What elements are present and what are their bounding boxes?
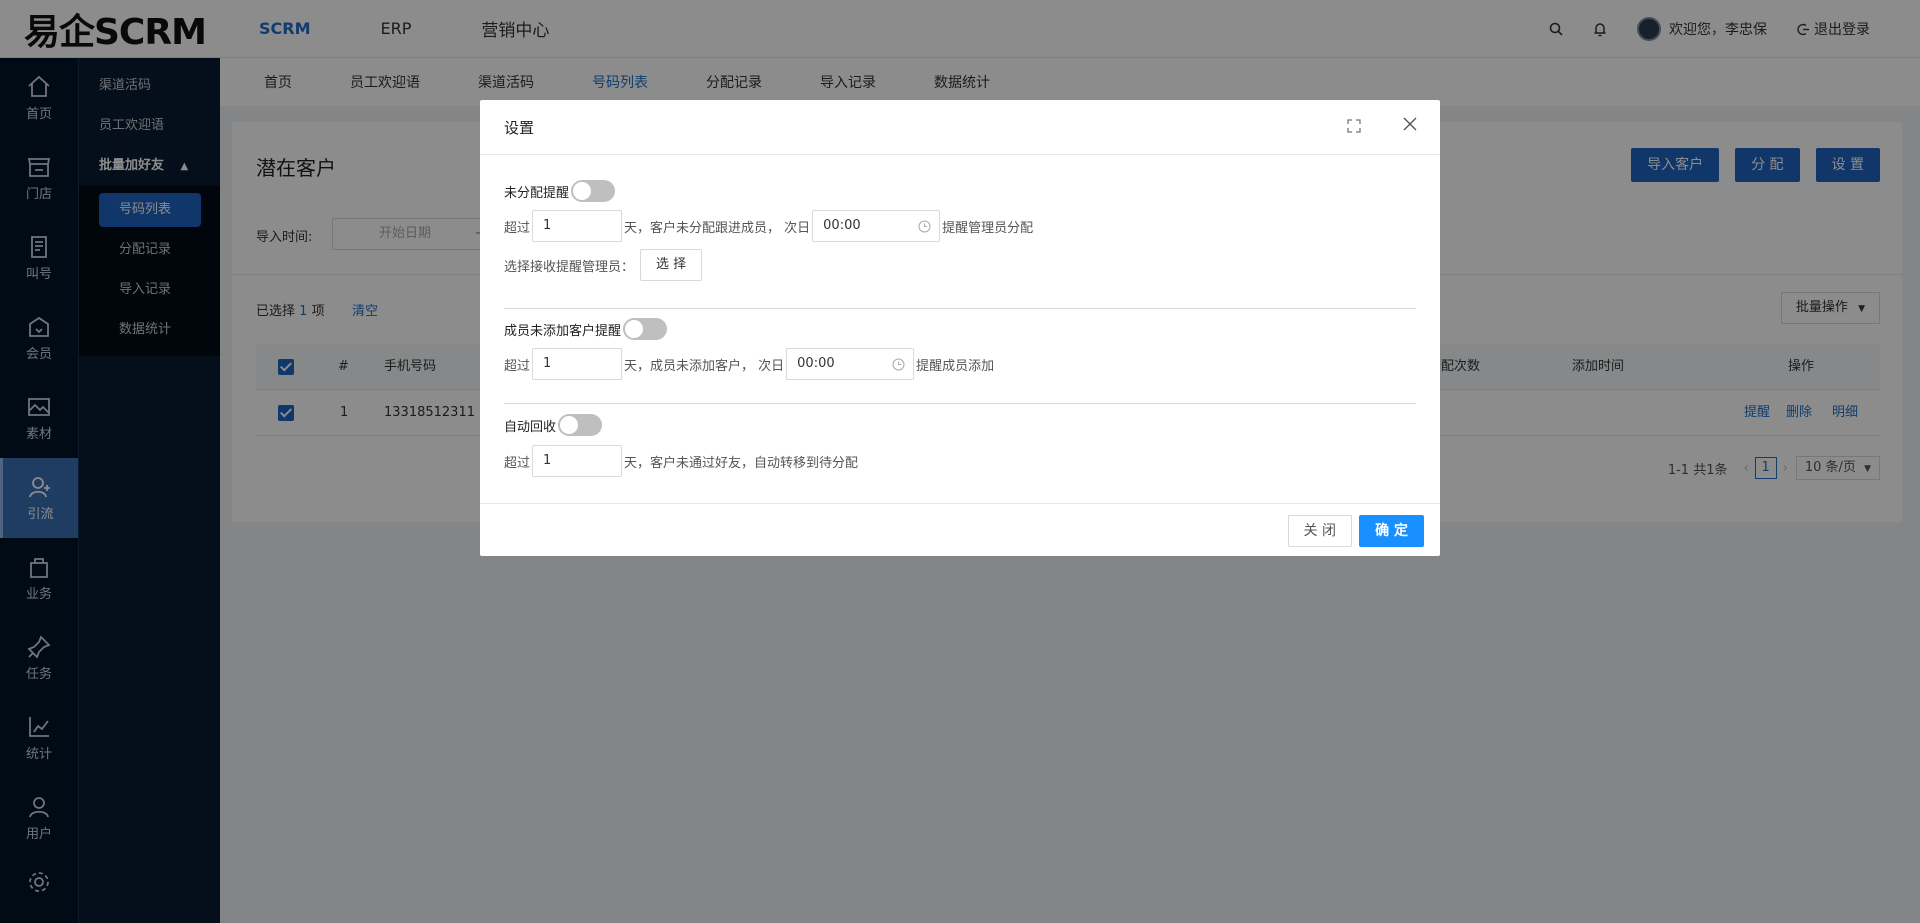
unassigned-reminder-row: 超过 1 天，客户未分配跟进成员， 次日 00:00 提醒管理员分配 [504, 210, 1033, 242]
member-not-added-row: 超过 1 天，成员未添加客户， 次日 00:00 提醒成员添加 [504, 348, 994, 380]
auto-recycle-row: 超过 1 天，客户未通过好友，自动转移到待分配 [504, 445, 858, 477]
clock-icon [918, 220, 931, 233]
modal-body: 未分配提醒 超过 1 天，客户未分配跟进成员， 次日 00:00 提醒管理员分配… [480, 155, 1440, 503]
member-not-added-section: 成员未添加客户提醒 [504, 318, 668, 340]
recycle-days-input[interactable]: 1 [532, 445, 623, 477]
settings-modal: 设置 未分配提醒 超过 1 天，客户未分配跟进成员， 次日 00:00 提醒管理… [480, 100, 1440, 556]
row-text: 超过 [504, 455, 531, 471]
row-text: 超过 [504, 358, 531, 374]
auto-recycle-toggle[interactable] [558, 414, 603, 436]
row-text: 天，客户未分配跟进成员， 次日 [624, 220, 811, 236]
auto-recycle-section: 自动回收 [504, 414, 603, 436]
modal-title: 设置 [504, 119, 535, 137]
confirm-button[interactable]: 确 定 [1359, 515, 1424, 547]
clock-icon [892, 358, 905, 371]
auto-recycle-label: 自动回收 [504, 419, 557, 435]
unassigned-time-picker[interactable]: 00:00 [812, 210, 941, 242]
select-admin-button[interactable]: 选 择 [640, 249, 703, 281]
select-admin-label: 选择接收提醒管理员： [504, 259, 635, 275]
modal-footer: 关 闭 确 定 [480, 503, 1440, 556]
divider [504, 308, 1416, 309]
member-not-added-toggle[interactable] [623, 318, 668, 340]
row-text: 超过 [504, 220, 531, 236]
select-admin-row: 选择接收提醒管理员： 选 择 [504, 249, 703, 281]
modal-header: 设置 [480, 100, 1440, 155]
unassigned-reminder-section: 未分配提醒 [504, 180, 616, 202]
fullscreen-icon[interactable] [1346, 118, 1362, 138]
time-value: 00:00 [797, 356, 835, 371]
row-text: 天，成员未添加客户， 次日 [624, 358, 785, 374]
unassigned-days-input[interactable]: 1 [532, 210, 623, 242]
member-not-added-label: 成员未添加客户提醒 [504, 323, 622, 339]
row-text: 提醒管理员分配 [942, 220, 1034, 236]
close-icon[interactable] [1402, 116, 1418, 136]
divider [504, 403, 1416, 404]
member-days-input[interactable]: 1 [532, 348, 623, 380]
unassigned-reminder-label: 未分配提醒 [504, 185, 570, 201]
close-button[interactable]: 关 闭 [1287, 515, 1352, 547]
member-time-picker[interactable]: 00:00 [786, 348, 915, 380]
time-value: 00:00 [823, 218, 861, 233]
row-text: 天，客户未通过好友，自动转移到待分配 [624, 455, 859, 471]
row-text: 提醒成员添加 [916, 358, 995, 374]
unassigned-reminder-toggle[interactable] [571, 180, 616, 202]
